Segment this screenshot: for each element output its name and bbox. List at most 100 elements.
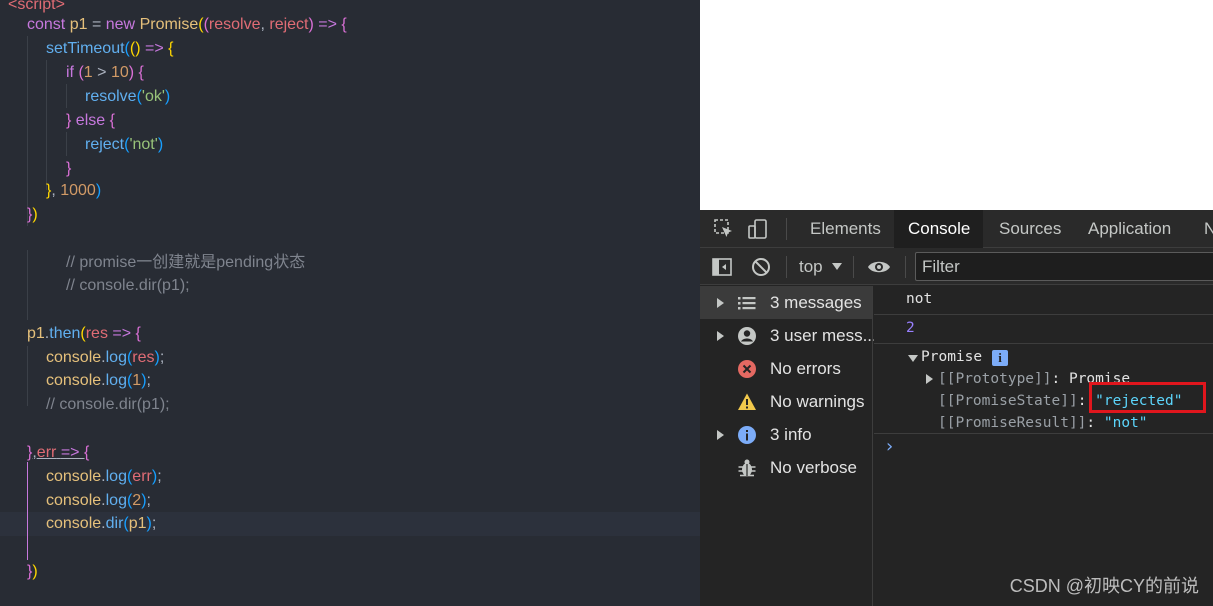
code-editor[interactable]: <script> const p1 = new Promise((resolve…: [0, 0, 700, 606]
tab-sources[interactable]: Sources: [987, 210, 1069, 248]
param: res: [132, 349, 155, 366]
context-selector[interactable]: top: [799, 248, 823, 285]
string: 'not': [129, 136, 158, 153]
code-line-16[interactable]: // console.dir(p1);: [46, 393, 170, 417]
code-line-5[interactable]: resolve('ok'): [85, 85, 170, 109]
code-line-3[interactable]: setTimeout(() => {: [46, 37, 173, 61]
toolbar-separator: [853, 256, 854, 278]
code-line-2[interactable]: const p1 = new Promise((resolve, reject)…: [27, 13, 347, 37]
toolbar-separator: [905, 256, 906, 278]
user-icon: [737, 326, 757, 346]
expand-arrow-icon[interactable]: [717, 430, 724, 440]
param: res: [85, 325, 108, 342]
comment: // console.dir(p1);: [66, 277, 190, 294]
property-promise-result[interactable]: [[PromiseResult]]: "not": [938, 415, 1148, 431]
code-line-4[interactable]: if (1 > 10) {: [66, 61, 144, 85]
bug-icon: [737, 458, 757, 478]
code-line-13[interactable]: p1.then(res => {: [27, 322, 141, 346]
function-call: reject: [85, 136, 125, 153]
tab-network[interactable]: N: [1193, 210, 1213, 248]
code-line-6[interactable]: } else {: [66, 109, 115, 133]
sidebar-item-info[interactable]: 3 info: [700, 418, 872, 451]
string: 'ok': [141, 88, 165, 105]
info-badge-icon[interactable]: i: [992, 350, 1008, 366]
param: err: [36, 444, 57, 461]
number: 1: [83, 64, 93, 81]
console-toolbar: top: [700, 248, 1213, 285]
device-toolbar-icon[interactable]: [744, 210, 772, 248]
code-line-20[interactable]: console.dir(p1);: [46, 512, 156, 536]
sidebar-item-verbose[interactable]: No verbose: [700, 451, 872, 484]
keyword: if: [66, 64, 74, 81]
operator: =: [91, 16, 102, 33]
property-key: [[Prototype]]: [938, 371, 1052, 387]
code-line-7[interactable]: reject('not'): [85, 133, 163, 157]
console-message-promise[interactable]: Promise i [[Prototype]]: Promise [[Promi…: [874, 344, 1213, 434]
sidebar-item-errors[interactable]: No errors: [700, 352, 872, 385]
expand-arrow-icon[interactable]: [926, 374, 933, 384]
code-line-11[interactable]: // promise一创建就是pending状态: [66, 251, 305, 275]
variable: console: [46, 372, 102, 389]
variable: p1: [69, 16, 88, 33]
variable: console: [46, 349, 102, 366]
code-line-19[interactable]: console.log(2);: [46, 489, 151, 513]
console-message[interactable]: 2: [874, 315, 1213, 344]
console-sidebar: 3 messages 3 user mess... No errors No w…: [700, 286, 877, 606]
tab-console[interactable]: Console: [894, 210, 983, 248]
code-line-8[interactable]: }: [66, 157, 71, 181]
code-line-15[interactable]: console.log(1);: [46, 369, 151, 393]
function-call: then: [49, 325, 81, 342]
sidebar-item-user-messages[interactable]: 3 user mess...: [700, 319, 877, 352]
console-prompt-icon[interactable]: ›: [886, 436, 893, 457]
keyword: const: [27, 16, 66, 33]
code-line-12[interactable]: // console.dir(p1);: [66, 274, 190, 298]
tab-elements[interactable]: Elements: [797, 210, 885, 248]
eye-icon[interactable]: [865, 248, 893, 285]
sidebar-item-warnings[interactable]: No warnings: [700, 385, 872, 418]
sidebar-toggle-icon[interactable]: [709, 248, 735, 285]
variable: p1: [128, 515, 147, 532]
log-number: 2: [906, 320, 915, 336]
function-call: dir: [105, 515, 124, 532]
class-name: Promise: [139, 16, 199, 33]
sidebar-item-label: No verbose: [770, 458, 857, 477]
number: 10: [110, 64, 129, 81]
code-line-9[interactable]: }, 1000): [46, 179, 101, 203]
clear-console-icon[interactable]: [748, 248, 774, 285]
param: resolve: [208, 16, 261, 33]
code-line-17[interactable]: },err => {: [27, 441, 89, 465]
code-line-18[interactable]: console.log(err);: [46, 465, 162, 489]
property-key: [[PromiseResult]]: [938, 415, 1087, 431]
tab-application[interactable]: Application: [1076, 210, 1182, 248]
code-line-10[interactable]: }): [27, 203, 38, 227]
console-output: not 2 Promise i [[Prototype]]: Promise […: [874, 286, 1213, 606]
expand-arrow-icon[interactable]: [717, 298, 724, 308]
devtools-tab-bar: Elements Console Sources Application N: [700, 210, 1213, 248]
indent-guide: [66, 84, 67, 108]
expand-arrow-down-icon[interactable]: [908, 355, 918, 362]
function-call: resolve: [85, 88, 137, 105]
indent-guide: [66, 132, 67, 156]
indent-guide: [27, 346, 28, 406]
sidebar-item-messages[interactable]: 3 messages: [700, 286, 872, 319]
arrow: =>: [318, 16, 337, 33]
error-icon: [737, 359, 757, 379]
function-call: log: [105, 349, 127, 366]
sidebar-item-label: No warnings: [770, 392, 865, 411]
sidebar-item-label: No errors: [770, 359, 841, 378]
code-line-21[interactable]: }): [27, 560, 38, 584]
expand-arrow-icon[interactable]: [717, 331, 724, 341]
number: 1: [132, 372, 142, 389]
variable: p1: [27, 325, 45, 342]
console-message[interactable]: not: [874, 286, 1213, 315]
variable: console: [46, 468, 102, 485]
colon: :: [1086, 415, 1104, 431]
variable: console: [46, 492, 102, 509]
filter-input[interactable]: [915, 252, 1213, 281]
chevron-down-icon[interactable]: [832, 263, 842, 270]
inspect-element-icon[interactable]: [710, 210, 738, 248]
object-label[interactable]: Promise: [921, 349, 982, 365]
indent-guide: [27, 250, 28, 320]
param: err: [132, 468, 152, 485]
code-line-14[interactable]: console.log(res);: [46, 346, 164, 370]
